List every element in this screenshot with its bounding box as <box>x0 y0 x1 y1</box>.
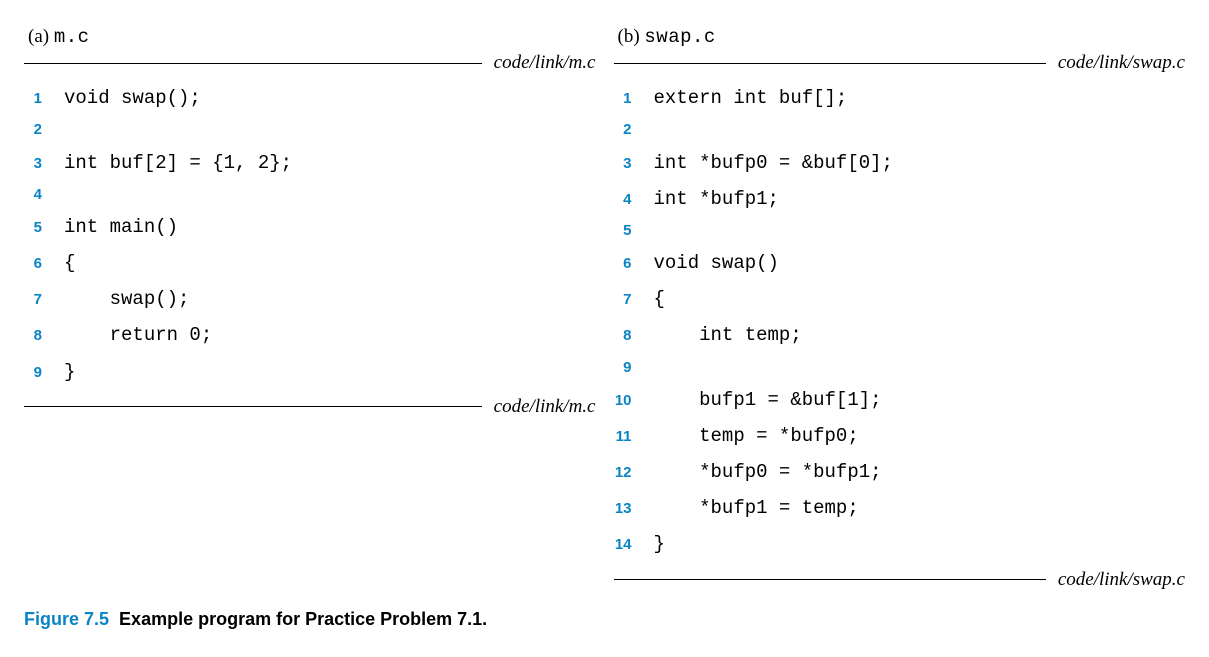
code-line: bufp1 = &buf[1]; <box>654 382 882 418</box>
figure-title: Example program for Practice Problem 7.1… <box>119 609 487 629</box>
line-number: 7 <box>24 286 64 315</box>
code-line: { <box>654 281 665 317</box>
line-number: 8 <box>24 322 64 351</box>
code-row: 3int *bufp0 = &buf[0]; <box>614 145 1186 181</box>
code-line: void swap() <box>654 245 779 281</box>
code-row: 7{ <box>614 281 1186 317</box>
code-line: temp = *bufp0; <box>654 418 859 454</box>
code-line: swap(); <box>64 281 189 317</box>
line-number: 1 <box>614 85 654 114</box>
right-label: (b) swap.c <box>618 26 1182 48</box>
line-number: 4 <box>24 181 64 210</box>
right-bottom-rule: code/link/swap.c <box>614 569 1186 591</box>
code-row: 10 bufp1 = &buf[1]; <box>614 382 1186 418</box>
code-row: 14} <box>614 526 1186 562</box>
code-row: 6void swap() <box>614 245 1186 281</box>
code-row: 4int *bufp1; <box>614 181 1186 217</box>
code-row: 1void swap(); <box>24 80 596 116</box>
right-column: (b) swap.c code/link/swap.c 1extern int … <box>614 20 1186 591</box>
code-row: 12 *bufp0 = *bufp1; <box>614 454 1186 490</box>
line-number: 9 <box>24 359 64 388</box>
code-row: 8 return 0; <box>24 317 596 353</box>
code-line: int *bufp0 = &buf[0]; <box>654 145 893 181</box>
figure-caption: Figure 7.5 Example program for Practice … <box>24 609 1185 630</box>
line-number: 5 <box>24 214 64 243</box>
line-number: 4 <box>614 186 654 215</box>
line-number: 11 <box>614 423 654 452</box>
line-number: 12 <box>614 459 654 488</box>
right-bottom-hr <box>614 579 1046 580</box>
code-line: } <box>64 354 75 390</box>
right-label-part: (b) <box>618 26 645 47</box>
right-code-block: 1extern int buf[];23int *bufp0 = &buf[0]… <box>614 74 1186 569</box>
code-line: int temp; <box>654 317 802 353</box>
left-bottom-path: code/link/m.c <box>494 396 596 418</box>
left-bottom-rule: code/link/m.c <box>24 396 596 418</box>
code-row: 4 <box>24 181 596 210</box>
right-top-hr <box>614 63 1046 64</box>
code-row: 9 <box>614 354 1186 383</box>
code-row: 6{ <box>24 245 596 281</box>
left-label: (a) m.c <box>28 26 592 48</box>
line-number: 2 <box>614 116 654 145</box>
code-row: 2 <box>614 116 1186 145</box>
code-line: *bufp0 = *bufp1; <box>654 454 882 490</box>
line-number: 7 <box>614 286 654 315</box>
code-line: *bufp1 = temp; <box>654 490 859 526</box>
code-row: 3int buf[2] = {1, 2}; <box>24 145 596 181</box>
code-line: int *bufp1; <box>654 181 779 217</box>
left-label-filename: m.c <box>54 26 90 48</box>
right-top-path: code/link/swap.c <box>1058 52 1185 74</box>
code-row: 2 <box>24 116 596 145</box>
left-top-path: code/link/m.c <box>494 52 596 74</box>
line-number: 14 <box>614 531 654 560</box>
right-label-filename: swap.c <box>644 26 715 48</box>
left-code-block: 1void swap();23int buf[2] = {1, 2};45int… <box>24 74 596 396</box>
right-bottom-path: code/link/swap.c <box>1058 569 1185 591</box>
code-row: 5 <box>614 217 1186 246</box>
line-number: 5 <box>614 217 654 246</box>
code-row: 11 temp = *bufp0; <box>614 418 1186 454</box>
code-line: int main() <box>64 209 178 245</box>
code-line: extern int buf[]; <box>654 80 848 116</box>
left-bottom-hr <box>24 406 482 407</box>
code-line: int buf[2] = {1, 2}; <box>64 145 292 181</box>
line-number: 2 <box>24 116 64 145</box>
line-number: 6 <box>24 250 64 279</box>
columns: (a) m.c code/link/m.c 1void swap();23int… <box>24 20 1185 591</box>
line-number: 6 <box>614 250 654 279</box>
code-row: 13 *bufp1 = temp; <box>614 490 1186 526</box>
code-line: void swap(); <box>64 80 201 116</box>
code-row: 1extern int buf[]; <box>614 80 1186 116</box>
left-top-rule: code/link/m.c <box>24 52 596 74</box>
line-number: 1 <box>24 85 64 114</box>
code-row: 9} <box>24 354 596 390</box>
line-number: 10 <box>614 387 654 416</box>
code-line: return 0; <box>64 317 212 353</box>
code-line: } <box>654 526 665 562</box>
right-top-rule: code/link/swap.c <box>614 52 1186 74</box>
code-row: 7 swap(); <box>24 281 596 317</box>
code-row: 5int main() <box>24 209 596 245</box>
left-top-hr <box>24 63 482 64</box>
line-number: 3 <box>614 150 654 179</box>
line-number: 8 <box>614 322 654 351</box>
line-number: 3 <box>24 150 64 179</box>
line-number: 9 <box>614 354 654 383</box>
code-row: 8 int temp; <box>614 317 1186 353</box>
left-label-part: (a) <box>28 26 54 47</box>
code-line: { <box>64 245 75 281</box>
line-number: 13 <box>614 495 654 524</box>
left-column: (a) m.c code/link/m.c 1void swap();23int… <box>24 20 596 418</box>
figure-number: Figure 7.5 <box>24 609 109 629</box>
